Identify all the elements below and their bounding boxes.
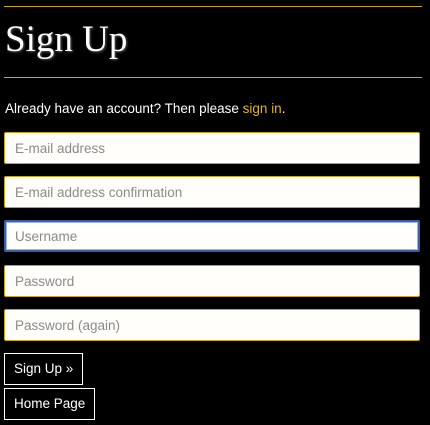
top-divider bbox=[4, 6, 422, 7]
password-field[interactable] bbox=[4, 265, 420, 297]
password-again-field[interactable] bbox=[4, 309, 420, 341]
username-field[interactable] bbox=[4, 220, 420, 252]
signin-link[interactable]: sign in bbox=[243, 101, 282, 116]
home-page-button[interactable]: Home Page bbox=[4, 388, 96, 420]
signin-prompt-text: Already have an account? Then please bbox=[5, 101, 243, 116]
email-confirmation-field[interactable] bbox=[4, 176, 420, 208]
signup-button[interactable]: Sign Up » bbox=[4, 353, 84, 385]
email-field[interactable] bbox=[4, 132, 420, 164]
signin-prompt-period: . bbox=[281, 101, 286, 116]
page-title: Sign Up bbox=[5, 19, 128, 60]
signin-prompt: Already have an account? Then please sig… bbox=[5, 100, 285, 118]
title-divider bbox=[4, 77, 422, 78]
